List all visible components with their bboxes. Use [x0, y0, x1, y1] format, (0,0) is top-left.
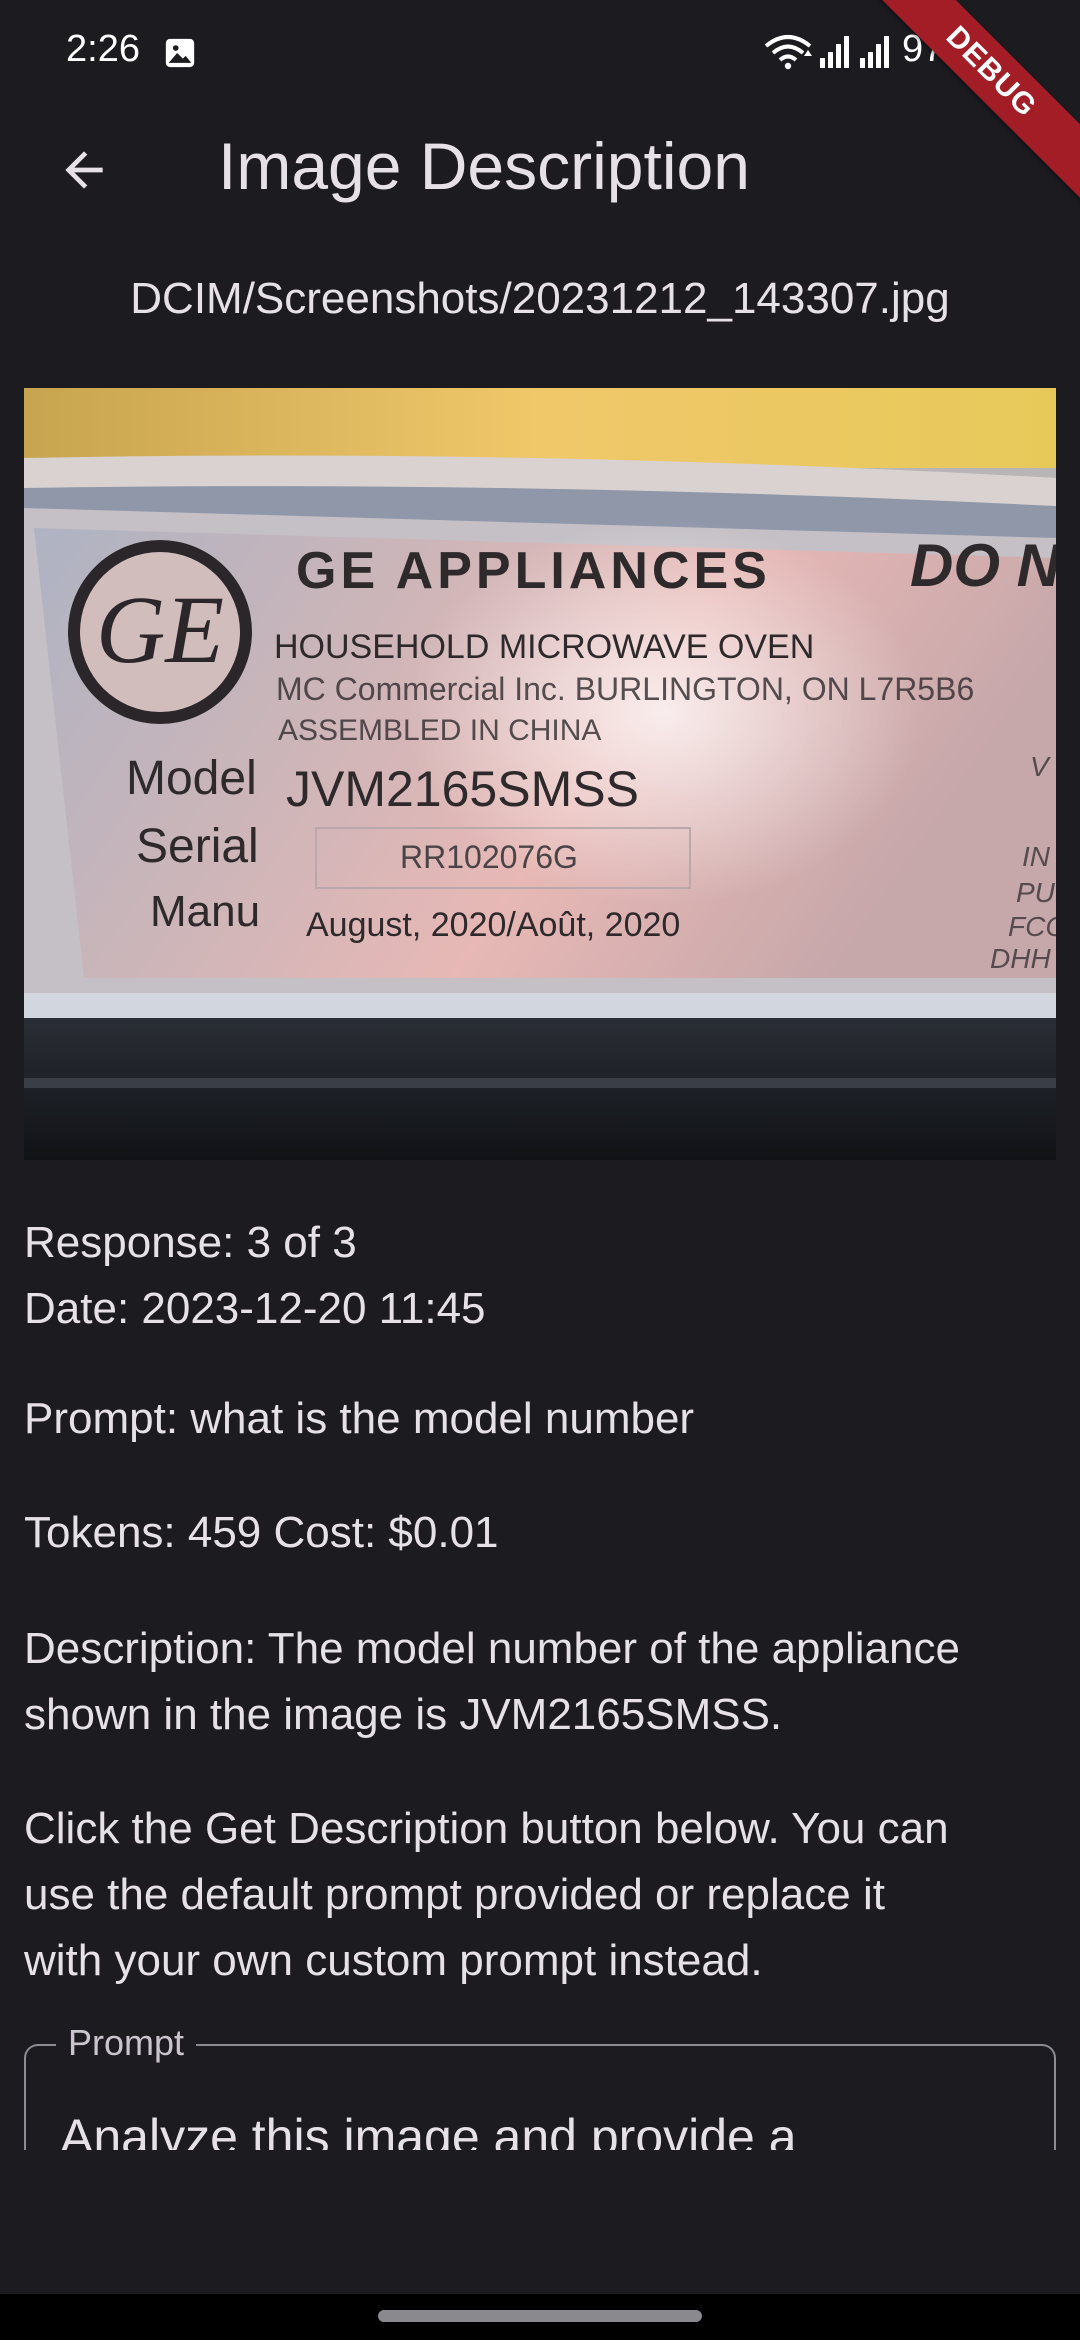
photo-label-serial-label: Serial — [136, 820, 259, 873]
response-meta: Response: 3 of 3 Date: 2023-12-20 11:45 — [24, 1210, 1060, 1342]
appliance-photo: GE GE APPLIANCES DO N HOUSEHOLD MICROWAV… — [24, 388, 1056, 1160]
description-line: Description: The model number of the app… — [24, 1624, 960, 1673]
instructions-line: Click the Get Description button below. … — [24, 1804, 949, 1853]
photo-label-company: MC Commercial Inc. BURLINGTON, ON L7R5B6 — [276, 671, 974, 707]
description-line: shown in the image is JVM2165SMSS. — [24, 1690, 783, 1739]
photo-label-do-not: DO N — [910, 532, 1056, 599]
wifi-icon — [764, 35, 812, 70]
instructions-line: use the default prompt provided or repla… — [24, 1870, 885, 1919]
app-bar: Image Description — [0, 106, 1080, 226]
page-title: Image Description — [218, 129, 750, 203]
prompt-input-label: Prompt — [56, 2022, 197, 2064]
photo-label-product: HOUSEHOLD MICROWAVE OVEN — [274, 628, 814, 666]
photo-label-side: PU — [1016, 877, 1056, 908]
back-button[interactable] — [42, 128, 126, 212]
photo-image: GE GE APPLIANCES DO N HOUSEHOLD MICROWAV… — [24, 388, 1056, 1160]
photo-label-side: V — [1030, 751, 1051, 782]
photo-label-assembled: ASSEMBLED IN CHINA — [278, 714, 601, 747]
signal-icon — [820, 36, 849, 68]
photo-label-side: DHH — [990, 943, 1051, 974]
photo-label-manu-value: August, 2020/Août, 2020 — [306, 906, 680, 944]
response-count: Response: 3 of 3 — [24, 1218, 357, 1267]
status-time: 2:26 — [66, 28, 140, 70]
ge-logo: GE — [68, 540, 252, 724]
photo-label-manu-label: Manu — [150, 887, 260, 936]
photo-label-side: IN — [1022, 841, 1051, 872]
photo-label-model-label: Model — [126, 752, 257, 805]
response-date: Date: 2023-12-20 11:45 — [24, 1284, 486, 1333]
arrow-back-icon — [65, 151, 103, 189]
file-path: DCIM/Screenshots/20231212_143307.jpg — [130, 274, 950, 323]
photo-label-side: FCC — [1008, 911, 1056, 942]
prompt-used: Prompt: what is the model number — [24, 1394, 695, 1443]
response-usage: Tokens: 459 Cost: $0.01 — [24, 1500, 1060, 1566]
gallery-icon — [165, 38, 195, 68]
instructions-line: with your own custom prompt instead. — [24, 1936, 763, 1985]
photo-label-brand: GE APPLIANCES — [296, 542, 771, 600]
instructions: Click the Get Description button below. … — [24, 1796, 1060, 1994]
svg-text:GE: GE — [96, 576, 224, 683]
response-prompt: Prompt: what is the model number — [24, 1386, 1060, 1452]
response-description: Description: The model number of the app… — [24, 1616, 1060, 1748]
signal-icon — [860, 36, 889, 68]
tokens-cost: Tokens: 459 Cost: $0.01 — [24, 1508, 499, 1557]
photo-label-serial-value: RR102076G — [400, 839, 578, 875]
photo-label-model-value: JVM2165SMSS — [286, 761, 639, 817]
navigation-bar — [0, 2294, 1080, 2340]
bottom-area — [0, 2150, 1080, 2294]
home-gesture-handle[interactable] — [378, 2310, 702, 2322]
